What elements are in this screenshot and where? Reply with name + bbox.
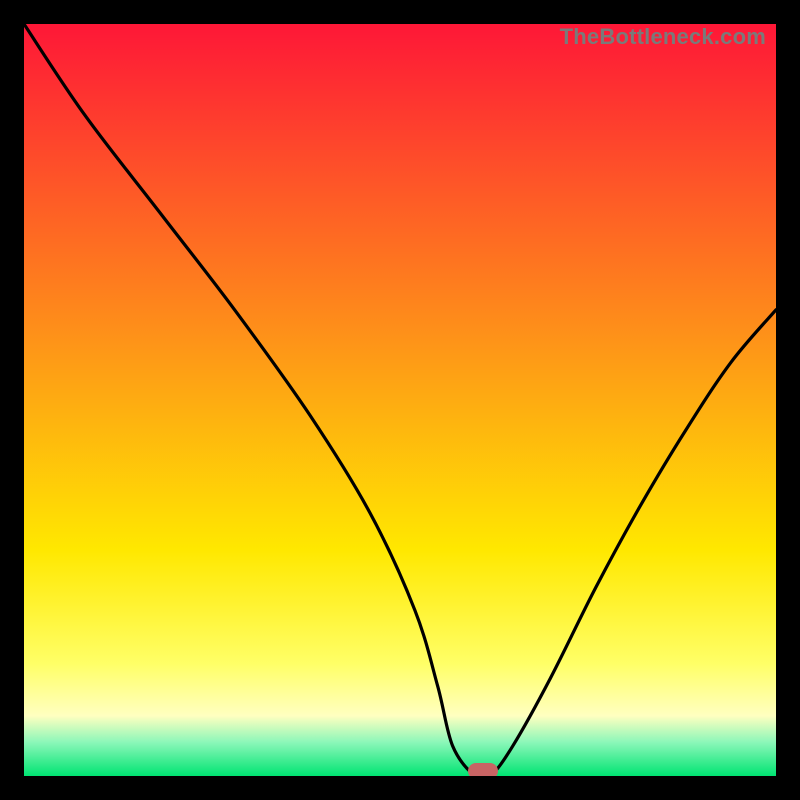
chart-frame: TheBottleneck.com bbox=[0, 0, 800, 800]
optimal-marker bbox=[468, 763, 498, 776]
plot-area: TheBottleneck.com bbox=[24, 24, 776, 776]
watermark-text: TheBottleneck.com bbox=[560, 24, 766, 50]
bottleneck-curve bbox=[24, 24, 776, 776]
